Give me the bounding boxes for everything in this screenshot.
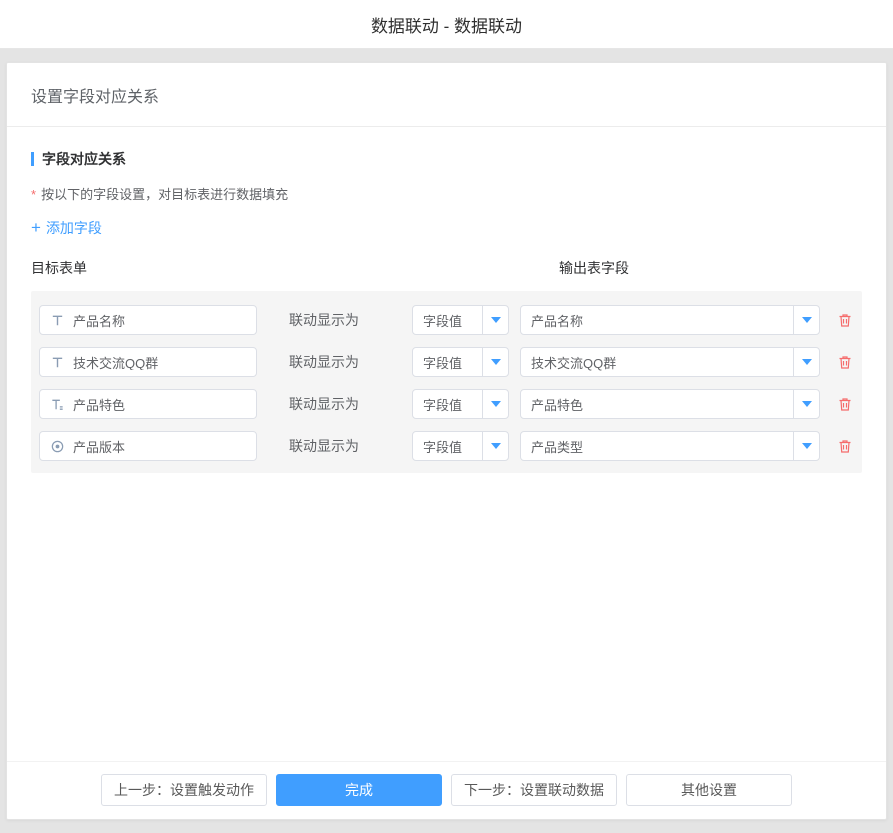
page: 数据联动 - 数据联动 设置字段对应关系 字段对应关系 * 按以下的字段设置，对目…	[0, 0, 893, 833]
card-body: 字段对应关系 * 按以下的字段设置，对目标表进行数据填充 + 添加字段 目标表单 …	[7, 127, 886, 761]
section-title-text: 字段对应关系	[42, 149, 126, 169]
target-field-input[interactable]	[39, 431, 257, 461]
hint-label: 按以下的字段设置，对目标表进行数据填充	[41, 187, 288, 202]
single-line-text-icon	[49, 354, 65, 370]
output-field-select[interactable]: 产品类型	[520, 431, 820, 461]
other-settings-button[interactable]: 其他设置	[626, 774, 792, 806]
delete-row-button[interactable]	[836, 395, 854, 413]
delete-row-button[interactable]	[836, 353, 854, 371]
table-row: 联动显示为 字段值 产品类型	[39, 431, 854, 461]
display-mode-value: 字段值	[413, 390, 482, 418]
column-header-target-form: 目标表单	[31, 258, 559, 278]
display-mode-select[interactable]: 字段值	[412, 305, 509, 335]
top-bar: 数据联动 - 数据联动	[0, 0, 893, 49]
chevron-down-icon[interactable]	[482, 390, 508, 418]
section-title: 字段对应关系	[31, 149, 862, 169]
required-asterisk: *	[31, 187, 36, 202]
done-button[interactable]: 完成	[276, 774, 442, 806]
chevron-down-icon[interactable]	[793, 306, 819, 334]
chevron-down-icon[interactable]	[793, 432, 819, 460]
field-mapping-panel: 联动显示为 字段值 产品名称	[31, 291, 862, 473]
display-mode-value: 字段值	[413, 432, 482, 460]
next-step-button[interactable]: 下一步：设置联动数据	[451, 774, 617, 806]
output-field-value: 技术交流QQ群	[521, 348, 793, 376]
display-mode-value: 字段值	[413, 348, 482, 376]
single-line-text-icon	[49, 312, 65, 328]
output-field-value: 产品名称	[521, 306, 793, 334]
link-display-label: 联动显示为	[289, 394, 412, 414]
chevron-down-icon[interactable]	[482, 348, 508, 376]
output-field-select[interactable]: 技术交流QQ群	[520, 347, 820, 377]
table-row: 联动显示为 字段值 技术交流QQ群	[39, 347, 854, 377]
target-field-value[interactable]	[73, 355, 247, 370]
delete-row-button[interactable]	[836, 311, 854, 329]
display-mode-select[interactable]: 字段值	[412, 431, 509, 461]
card-header: 设置字段对应关系	[7, 63, 886, 127]
link-display-label: 联动显示为	[289, 436, 412, 456]
add-field-button[interactable]: + 添加字段	[31, 218, 102, 238]
delete-row-button[interactable]	[836, 437, 854, 455]
output-field-select[interactable]: 产品特色	[520, 389, 820, 419]
footer-actions: 上一步：设置触发动作 完成 下一步：设置联动数据 其他设置	[7, 761, 886, 819]
table-row: 联动显示为 字段值 产品特色	[39, 389, 854, 419]
hint-text: * 按以下的字段设置，对目标表进行数据填充	[31, 184, 862, 203]
target-field-input[interactable]	[39, 389, 257, 419]
output-field-value: 产品特色	[521, 390, 793, 418]
column-header-output-field: 输出表字段	[559, 258, 629, 278]
target-field-value[interactable]	[73, 313, 247, 328]
add-field-label: 添加字段	[46, 218, 102, 238]
radio-icon	[49, 438, 65, 454]
prev-step-button[interactable]: 上一步：设置触发动作	[101, 774, 267, 806]
column-headers: 目标表单 输出表字段	[31, 258, 862, 278]
link-display-label: 联动显示为	[289, 310, 412, 330]
page-title: 数据联动 - 数据联动	[371, 12, 522, 37]
display-mode-select[interactable]: 字段值	[412, 347, 509, 377]
multi-line-text-icon	[49, 396, 65, 412]
section-accent-bar	[31, 152, 34, 166]
chevron-down-icon[interactable]	[482, 432, 508, 460]
link-display-label: 联动显示为	[289, 352, 412, 372]
settings-card: 设置字段对应关系 字段对应关系 * 按以下的字段设置，对目标表进行数据填充 + 添…	[6, 62, 887, 820]
target-field-input[interactable]	[39, 347, 257, 377]
output-field-select[interactable]: 产品名称	[520, 305, 820, 335]
chevron-down-icon[interactable]	[793, 348, 819, 376]
display-mode-select[interactable]: 字段值	[412, 389, 509, 419]
output-field-value: 产品类型	[521, 432, 793, 460]
chevron-down-icon[interactable]	[793, 390, 819, 418]
chevron-down-icon[interactable]	[482, 306, 508, 334]
target-field-input[interactable]	[39, 305, 257, 335]
target-field-value[interactable]	[73, 439, 247, 454]
display-mode-value: 字段值	[413, 306, 482, 334]
card-title: 设置字段对应关系	[31, 89, 159, 106]
plus-icon: +	[31, 221, 41, 235]
target-field-value[interactable]	[73, 397, 247, 412]
table-row: 联动显示为 字段值 产品名称	[39, 305, 854, 335]
